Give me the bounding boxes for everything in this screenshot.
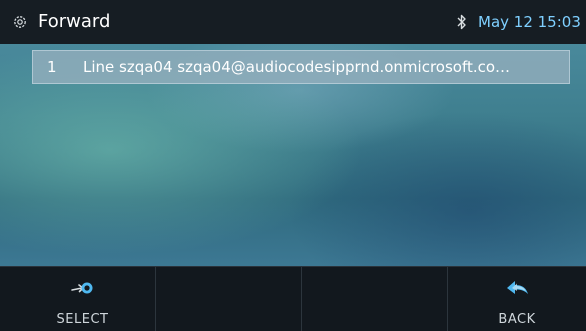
forward-select-icon xyxy=(70,282,92,294)
softkey-bar: SELECT BACK xyxy=(0,266,586,331)
back-softkey[interactable]: BACK xyxy=(448,267,586,331)
datetime: May 12 15:03 xyxy=(478,13,581,31)
list-item-line-1[interactable]: 1 Line szqa04 szqa04@audiocodesipprnd.on… xyxy=(32,50,570,84)
list-item-index: 1 xyxy=(47,58,57,76)
back-softkey-label: BACK xyxy=(498,312,536,327)
phone-screen: Forward May 12 15:03 1 Line szqa04 szqa0… xyxy=(0,0,586,331)
softkey-3[interactable] xyxy=(302,267,448,331)
page-title: Forward xyxy=(38,11,111,32)
gear-icon xyxy=(14,16,26,28)
select-softkey[interactable]: SELECT xyxy=(10,267,156,331)
softkey-2[interactable] xyxy=(156,267,302,331)
status-bar: Forward May 12 15:03 xyxy=(0,0,586,44)
bluetooth-icon xyxy=(457,14,466,30)
list-item-text: Line szqa04 szqa04@audiocodesipprnd.onmi… xyxy=(83,58,511,76)
back-arrow-icon xyxy=(507,281,528,294)
select-softkey-label: SELECT xyxy=(56,312,109,327)
